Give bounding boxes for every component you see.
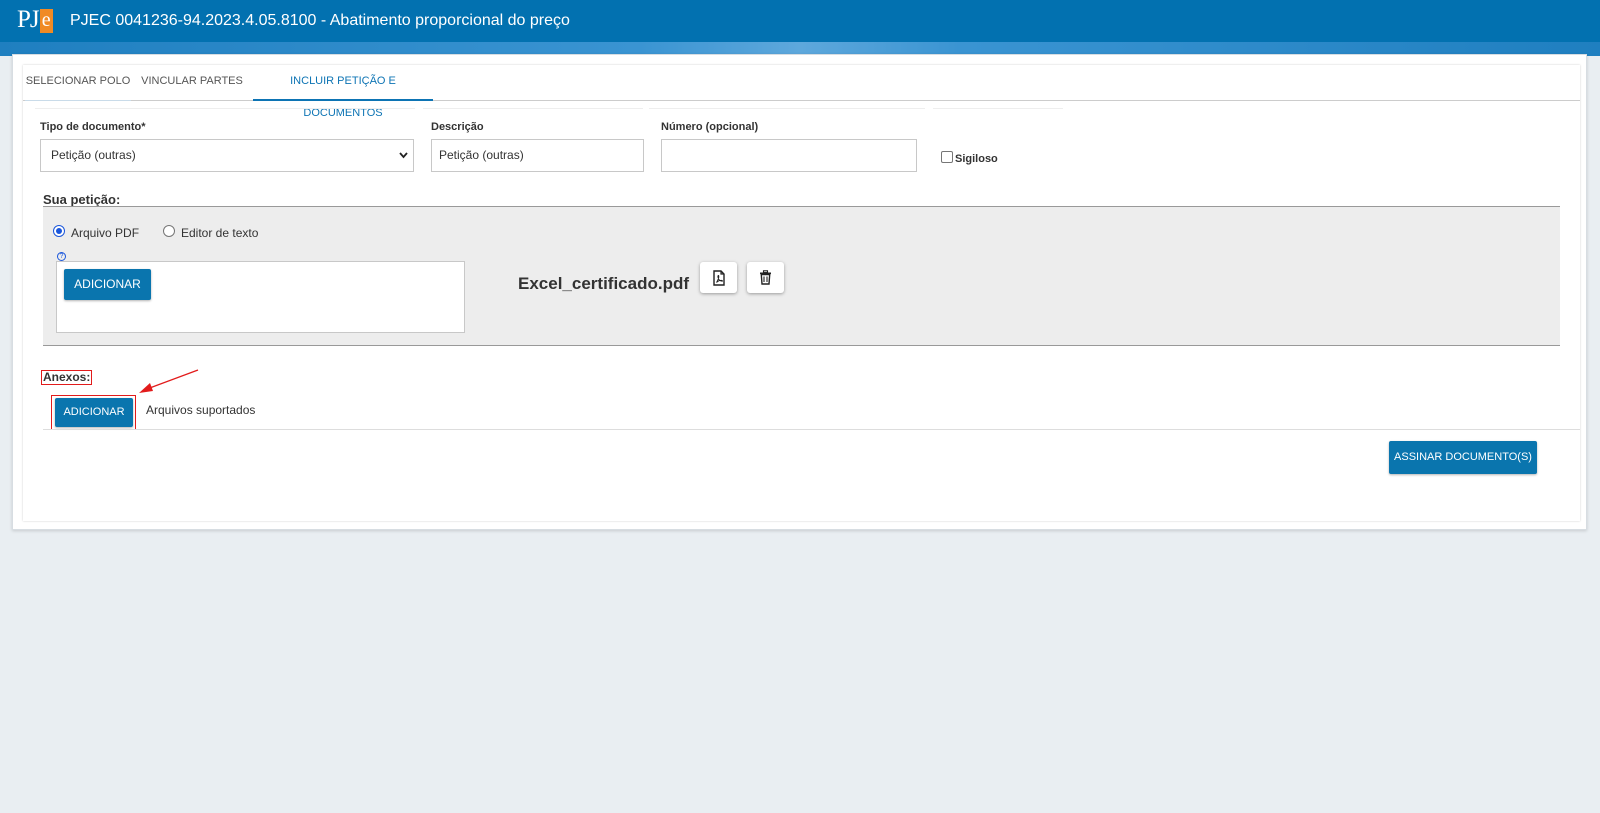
logo-e-mark: e [39,9,53,33]
pje-logo[interactable]: PJ e [17,5,53,37]
annotation-arrow-icon [139,369,199,393]
trash-icon [760,270,771,285]
divider [423,108,643,109]
view-pdf-button[interactable] [700,262,737,293]
arquivos-suportados-link[interactable]: Arquivos suportados [146,403,255,417]
chevron-down-icon [399,140,408,184]
divider [933,108,1063,109]
page-title: PJEC 0041236-94.2023.4.05.8100 - Abatime… [70,12,570,29]
delete-file-button[interactable] [747,262,784,293]
divider [649,108,925,109]
tab-incluir-peticao[interactable]: INCLUIR PETIÇÃO E DOCUMENTOS [253,65,433,119]
sigiloso-label: Sigiloso [955,153,998,165]
divider [43,429,1580,430]
numero-input[interactable] [661,139,917,172]
assinar-documentos-button[interactable]: ASSINAR DOCUMENTO(S) [1389,441,1537,474]
file-name: Excel_certificado.pdf [518,274,690,293]
logo-text: PJ [17,6,40,33]
descricao-label: Descrição [431,121,484,133]
app-header: PJ e PJEC 0041236-94.2023.4.05.8100 - Ab… [0,0,1600,42]
descricao-input[interactable]: Petição (outras) [431,139,644,172]
pdf-file-icon [712,269,725,286]
tab-bar: SELECIONAR POLO VINCULAR PARTES INCLUIR … [23,65,1580,119]
sigiloso-checkbox[interactable] [941,151,953,163]
main-card: SELECIONAR POLO VINCULAR PARTES INCLUIR … [12,54,1587,530]
content-panel: SELECIONAR POLO VINCULAR PARTES INCLUIR … [23,65,1580,521]
numero-label: Número (opcional) [661,121,759,133]
